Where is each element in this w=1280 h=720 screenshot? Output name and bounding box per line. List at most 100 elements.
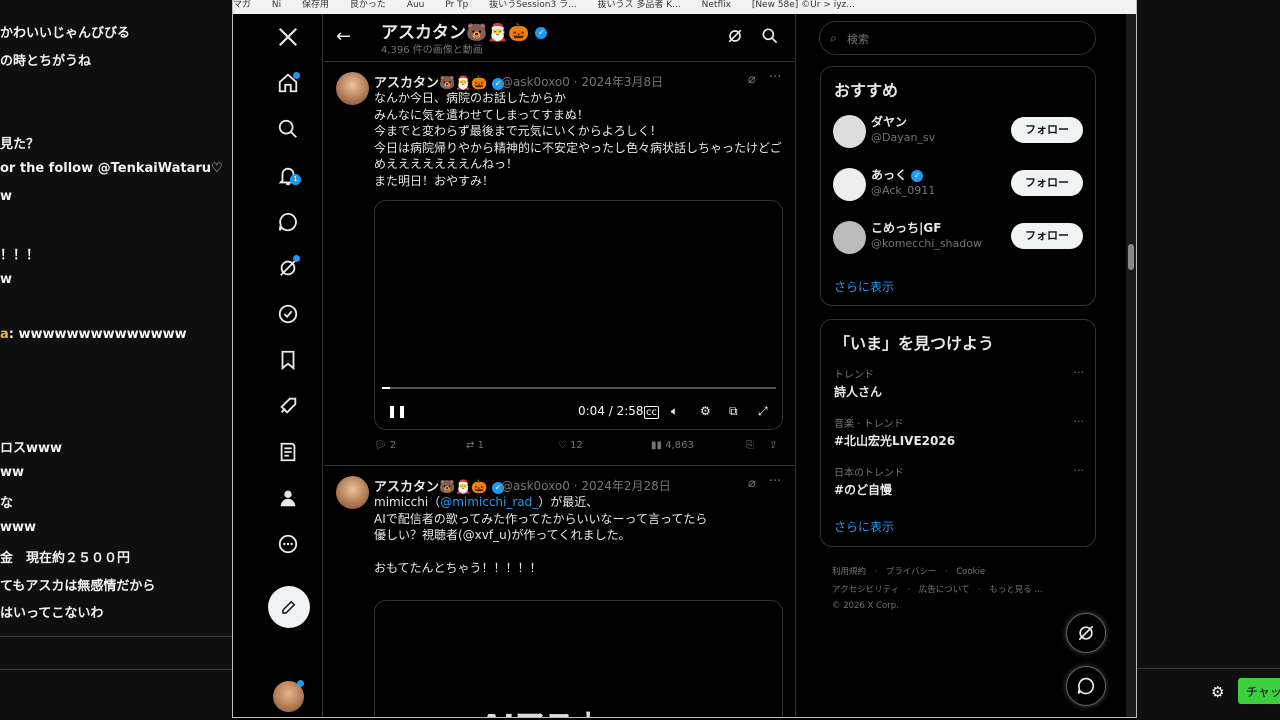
verified-badge-icon: ✓ xyxy=(535,27,548,39)
bookmark-item[interactable]: Auu xyxy=(407,0,425,10)
more-options-icon[interactable]: ··· xyxy=(1074,366,1085,379)
show-more-link[interactable]: さらに表示 xyxy=(834,518,894,535)
bookmark-item[interactable]: Netflix xyxy=(702,0,731,10)
fullscreen-icon[interactable]: ⤢ xyxy=(758,404,768,419)
like-button[interactable]: ♡ 12 xyxy=(558,440,583,451)
share-icon[interactable]: ⇪ xyxy=(769,440,777,451)
more-options-icon[interactable]: ··· xyxy=(1074,464,1085,477)
grok-icon[interactable]: ⌀ xyxy=(748,476,756,491)
more-options-icon[interactable]: ··· xyxy=(1074,415,1085,428)
follow-suggestion[interactable]: あっく ✓ @Ack_0911 フォロー xyxy=(833,164,1085,204)
bookmark-item[interactable]: Ni xyxy=(272,0,281,10)
follow-button[interactable]: フォロー xyxy=(1011,117,1083,143)
grok-icon[interactable] xyxy=(725,26,745,46)
pause-icon[interactable]: ❚❚ xyxy=(387,404,407,418)
messages-floating-button[interactable] xyxy=(1066,666,1106,706)
reply-button[interactable]: 💬︎ 2 xyxy=(374,440,396,451)
mention-link[interactable]: @mimicchi_rad_ xyxy=(440,495,538,509)
captions-icon[interactable]: cc xyxy=(644,406,659,419)
video-player[interactable]: ❚❚ 0:04 / 2:58 cc 🔈︎ ⚙ ⧉ ⤢ xyxy=(374,200,783,430)
bookmark-item[interactable]: マガ xyxy=(233,0,251,10)
bookmark-item[interactable]: Pr Tp xyxy=(445,0,468,10)
messages-icon[interactable] xyxy=(266,207,310,237)
compose-post-button[interactable] xyxy=(268,586,310,628)
notification-count-badge: 1 xyxy=(290,174,301,185)
panel-title: おすすめ xyxy=(834,81,899,100)
user-avatar[interactable] xyxy=(833,168,866,201)
tweet[interactable]: アスカタン🐻🎅🎃 ✓ @ask0oxo0 · 2024年2月28日 ⌀ ··· … xyxy=(324,466,795,717)
tweet-text-part: mimicchi（ xyxy=(374,495,441,509)
lists-icon[interactable] xyxy=(266,437,310,467)
notifications-bell-icon[interactable] xyxy=(266,161,310,191)
tweet-date[interactable]: · 2024年2月28日 xyxy=(574,479,671,493)
bookmark-icon[interactable]: ⎘ xyxy=(746,440,754,451)
tweet-avatar[interactable] xyxy=(336,72,369,105)
tweet-handle: @ask0oxo0 xyxy=(501,75,570,89)
rocket-icon[interactable] xyxy=(266,391,310,421)
trend-item[interactable]: 日本のトレンド #のど自慢 ··· xyxy=(834,464,1084,500)
bookmark-item[interactable]: [New 58e] ©Ur > iyz... xyxy=(752,0,855,10)
right-sidebar: ⌕ 検索 おすすめ ダヤン @Dayan_sv フォロー あっく ✓ @Ack_… xyxy=(796,14,1136,717)
video-progress-bar[interactable] xyxy=(382,387,776,389)
gear-icon[interactable]: ⚙ xyxy=(1211,683,1224,701)
footer-line[interactable]: 利用規約 · プライバシー · Cookie xyxy=(832,563,1082,581)
tweet-avatar[interactable] xyxy=(336,476,369,509)
back-arrow-icon[interactable]: ← xyxy=(336,26,351,47)
settings-icon[interactable]: ⚙ xyxy=(700,404,711,418)
user-avatar[interactable] xyxy=(833,221,866,254)
bookmark-item[interactable]: 抜いうス 多品者 K... xyxy=(598,0,681,10)
home-icon[interactable] xyxy=(266,68,310,98)
follow-button[interactable]: フォロー xyxy=(1011,170,1083,196)
panel-title: 「いま」を見つけよう xyxy=(834,334,995,353)
more-circle-icon[interactable] xyxy=(266,529,310,559)
bookmark-item[interactable]: 良かった xyxy=(350,0,386,10)
page-scrollbar[interactable] xyxy=(1126,14,1136,717)
footer-line[interactable]: アクセシビリティ · 広告について · もっと見る ... xyxy=(832,581,1082,599)
bookmark-item[interactable]: 抜いうSession3 ラ... xyxy=(489,0,577,10)
user-avatar[interactable] xyxy=(833,115,866,148)
x-logo-icon[interactable] xyxy=(266,22,310,52)
more-options-icon[interactable]: ··· xyxy=(769,474,781,489)
bookmark-icon[interactable] xyxy=(266,345,310,375)
home-unread-dot xyxy=(293,72,300,79)
tweet[interactable]: アスカタン🐻🎅🎃 ✓ @ask0oxo0 · 2024年3月8日 ⌀ ··· な… xyxy=(324,62,795,466)
grok-floating-button[interactable] xyxy=(1066,613,1106,653)
trend-item[interactable]: 音楽 · トレンド #北山宏光LIVE2026 ··· xyxy=(834,415,1084,451)
volume-icon[interactable]: 🔈︎ xyxy=(671,404,678,419)
profile-icon[interactable] xyxy=(266,483,310,513)
chat-line: ！！！ xyxy=(0,248,40,263)
chat-button[interactable]: チャッ xyxy=(1238,678,1280,704)
footer-links: 利用規約 · プライバシー · Cookie アクセシビリティ · 広告について… xyxy=(832,563,1082,613)
more-options-icon[interactable]: ··· xyxy=(769,70,781,85)
trend-item[interactable]: トレンド 詩人さん ··· xyxy=(834,366,1084,402)
video-player[interactable]: AIアスカ... xyxy=(374,600,783,717)
media-count: 4,396 件の画像と動画 xyxy=(381,45,483,56)
search-input[interactable]: ⌕ 検索 xyxy=(819,21,1096,55)
main-timeline: ← アスカタン🐻🎅🎃 ✓ 4,396 件の画像と動画 アスカタン🐻🎅🎃 ✓ @a… xyxy=(324,14,796,717)
follow-button[interactable]: フォロー xyxy=(1011,223,1083,249)
search-icon[interactable] xyxy=(266,114,310,144)
search-icon[interactable] xyxy=(760,26,780,46)
verified-orgs-icon[interactable] xyxy=(266,299,310,329)
tweet-date[interactable]: · 2024年3月8日 xyxy=(574,75,663,89)
follow-suggestion[interactable]: こめっち|GF @komecchi_shadow フォロー xyxy=(833,217,1085,257)
repost-button[interactable]: ⇄ 1 xyxy=(466,440,484,451)
scrollbar-thumb[interactable] xyxy=(1128,244,1134,270)
trend-category: 日本のトレンド xyxy=(834,468,904,479)
user-name: こめっち|GF xyxy=(871,221,942,235)
picture-in-picture-icon[interactable]: ⧉ xyxy=(729,404,738,419)
show-more-link[interactable]: さらに表示 xyxy=(834,278,894,295)
chat-username: a xyxy=(0,327,9,342)
bookmark-item[interactable]: 保存用 xyxy=(302,0,329,10)
account-unread-dot xyxy=(297,680,304,687)
user-handle: @Ack_0911 xyxy=(871,184,936,197)
grok-icon[interactable]: ⌀ xyxy=(748,72,756,87)
chat-line: w xyxy=(0,189,13,204)
tweet-author[interactable]: アスカタン🐻🎅🎃 ✓ xyxy=(374,72,505,91)
chat-line: ロスwww xyxy=(0,441,63,456)
verified-badge-icon: ✓ xyxy=(911,169,924,182)
tweet-author[interactable]: アスカタン🐻🎅🎃 ✓ xyxy=(374,476,505,495)
grok-icon[interactable] xyxy=(266,253,310,283)
follow-suggestion[interactable]: ダヤン @Dayan_sv フォロー xyxy=(833,111,1085,151)
views-button[interactable]: ▮▮ 4,863 xyxy=(651,440,694,451)
